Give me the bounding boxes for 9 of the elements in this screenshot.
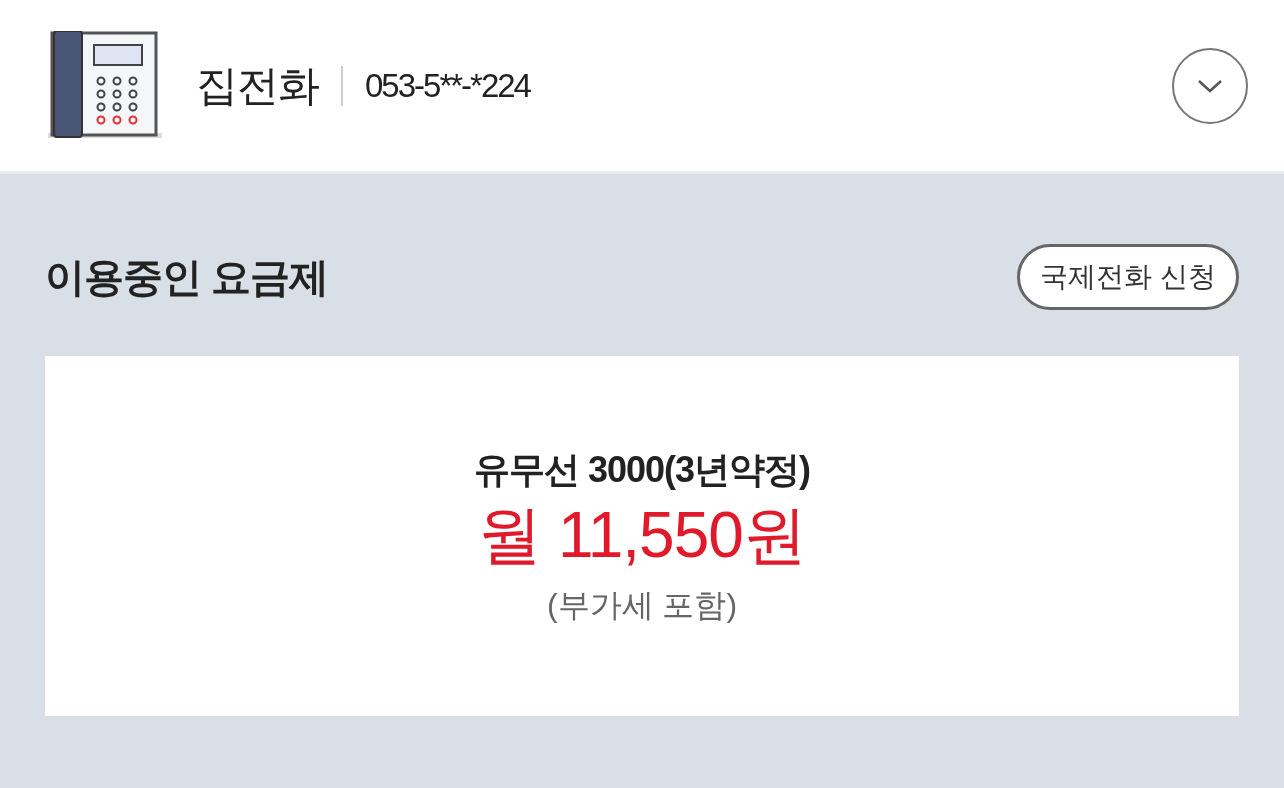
desk-phone-icon [46, 30, 164, 141]
plan-name: 유무선 3000(3년약정) [473, 447, 811, 492]
line-title: 집전화 [196, 61, 319, 111]
section-title: 이용중인 요금제 [45, 254, 329, 301]
vat-note: (부가세 포함) [546, 586, 738, 626]
plan-price: 월 11,550원 [478, 497, 806, 573]
international-call-button[interactable]: 국제전화 신청 [1017, 244, 1239, 310]
chevron-down-icon [1196, 77, 1224, 94]
phone-number: 053-5**-*224 [365, 65, 530, 106]
